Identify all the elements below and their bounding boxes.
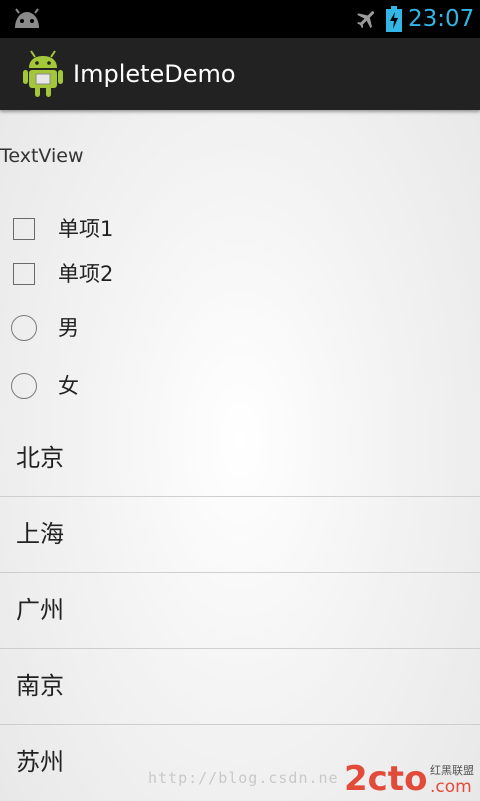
checkbox-item-1[interactable]: 单项1 (0, 209, 480, 249)
watermark-logo-text: 2cto (344, 759, 427, 799)
checkbox-label: 单项2 (58, 262, 114, 286)
list-item-label: 上海 (16, 520, 64, 548)
radio-button[interactable] (11, 373, 37, 399)
airplane-mode-icon (357, 11, 375, 29)
watermark-logo-domain: .com (430, 777, 472, 797)
list-item-label: 苏州 (16, 748, 64, 776)
list-item[interactable]: 上海 (0, 497, 480, 573)
android-app-icon (23, 50, 63, 97)
textview-label: TextView (0, 145, 84, 167)
watermark-logo-subtitle: 红黑联盟 (430, 764, 474, 777)
checkbox-box[interactable] (13, 263, 35, 285)
checkbox-box[interactable] (13, 218, 35, 240)
watermark-url: http://blog.csdn.ne (148, 769, 339, 787)
list-item-label: 北京 (16, 444, 64, 472)
status-clock: 23:07 (408, 6, 475, 32)
radio-item-female[interactable]: 女 (0, 366, 480, 406)
list-item[interactable]: 广州 (0, 573, 480, 649)
battery-charging-icon (386, 6, 402, 32)
radio-button[interactable] (11, 315, 37, 341)
android-debug-icon (15, 8, 39, 28)
list-item[interactable]: 北京 (0, 421, 480, 497)
status-bar: 23:07 (0, 0, 480, 38)
list-item-label: 广州 (16, 596, 64, 624)
radio-label: 女 (58, 374, 79, 398)
list-item-label: 南京 (16, 672, 64, 700)
app-title: ImpleteDemo (73, 60, 236, 88)
watermark-logo: 2cto 红黑联盟 .com (344, 759, 474, 799)
action-bar: ImpleteDemo (0, 38, 480, 110)
list-item[interactable]: 南京 (0, 649, 480, 725)
radio-item-male[interactable]: 男 (0, 308, 480, 348)
checkbox-item-2[interactable]: 单项2 (0, 254, 480, 294)
radio-label: 男 (58, 316, 79, 340)
checkbox-label: 单项1 (58, 217, 114, 241)
